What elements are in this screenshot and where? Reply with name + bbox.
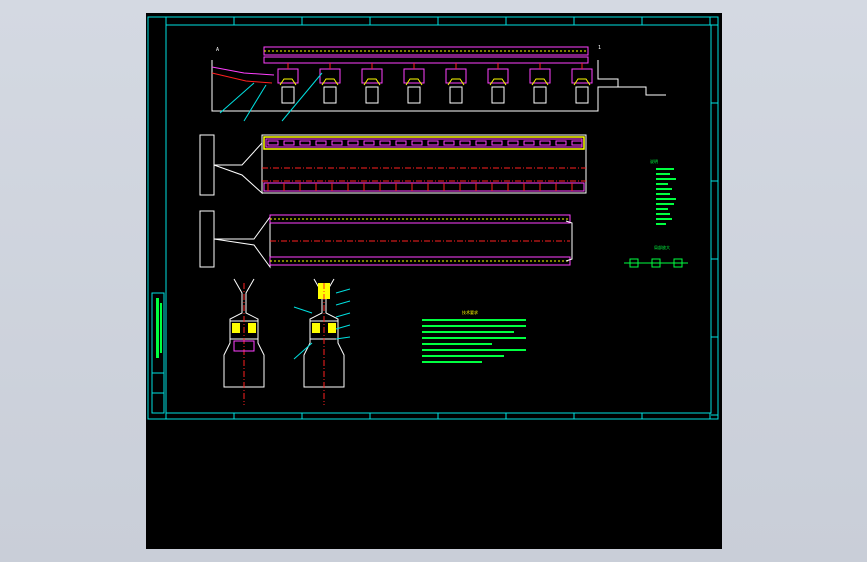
cad-viewport[interactable]: A 1 技术要求 说明 局部放大 bbox=[146, 13, 722, 549]
frame-ticks bbox=[165, 17, 718, 419]
plan-view[interactable] bbox=[199, 134, 587, 196]
notes-title: 技术要求 bbox=[462, 309, 478, 315]
section-label: 1 bbox=[598, 45, 601, 51]
title-block bbox=[151, 292, 165, 414]
cross-section-left[interactable] bbox=[223, 278, 265, 405]
sheet-outer-frame bbox=[147, 16, 719, 420]
elevation-view[interactable]: A 1 bbox=[211, 45, 666, 122]
detail-title: 局部放大 bbox=[654, 244, 670, 250]
drawing-canvas[interactable]: A 1 技术要求 说明 局部放大 bbox=[146, 13, 722, 549]
elevation-bays bbox=[277, 63, 593, 104]
elevation-label: A bbox=[216, 47, 219, 53]
cross-section-right[interactable] bbox=[293, 278, 351, 405]
legend-title: 说明 bbox=[650, 158, 658, 164]
legend-block: 说明 局部放大 bbox=[624, 158, 688, 268]
notes-block: 技术要求 bbox=[422, 309, 526, 363]
track-view[interactable] bbox=[199, 210, 573, 269]
